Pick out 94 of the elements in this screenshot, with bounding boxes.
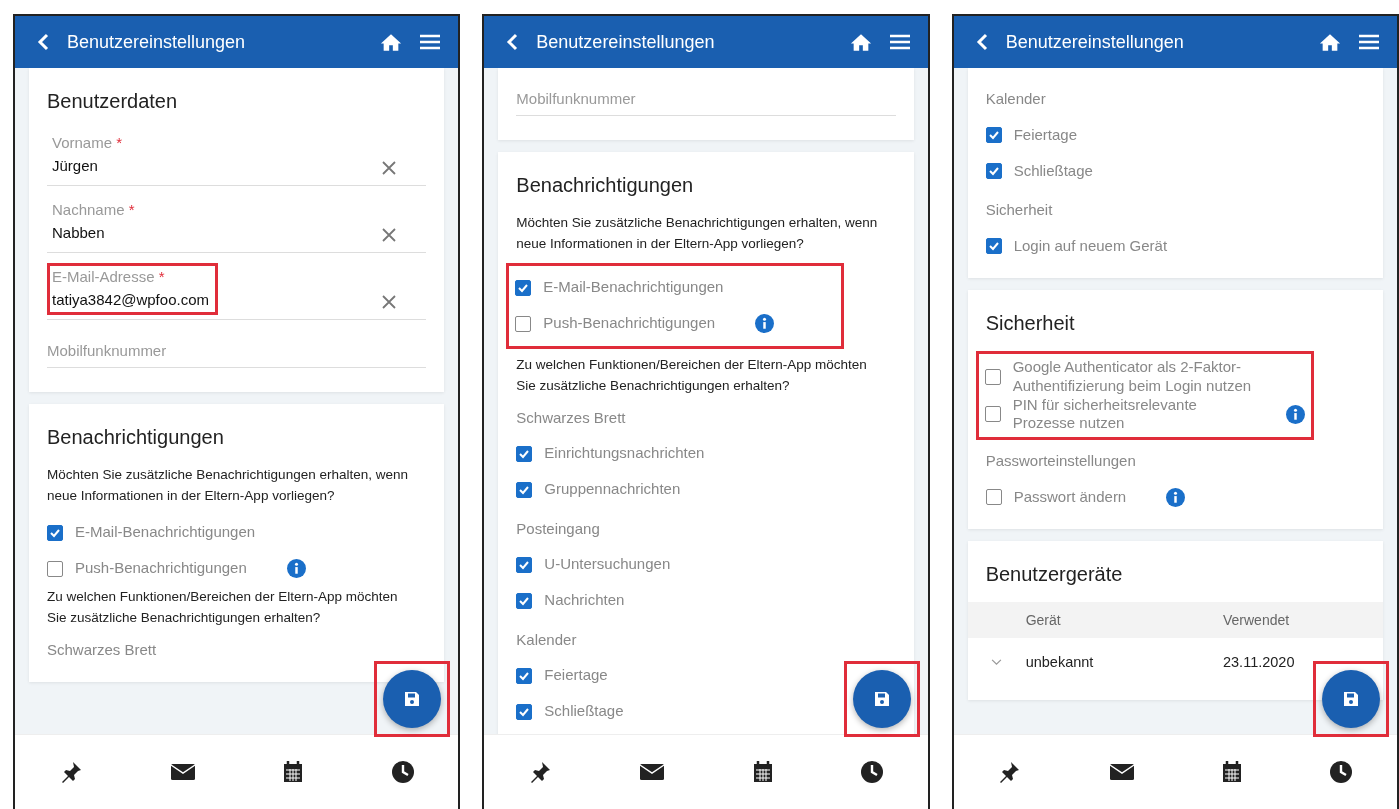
info-icon[interactable] bbox=[1166, 487, 1186, 507]
checkbox[interactable] bbox=[985, 238, 1002, 254]
checkbox[interactable] bbox=[985, 127, 1002, 143]
clear-icon[interactable] bbox=[382, 295, 397, 309]
field-value: tatiya3842@wpfoo.com bbox=[52, 291, 209, 308]
back-icon[interactable] bbox=[506, 33, 519, 51]
clock-icon[interactable] bbox=[390, 760, 415, 784]
checkbox[interactable] bbox=[984, 406, 1001, 423]
text-field[interactable]: Nachname * Nabben bbox=[47, 196, 427, 253]
checkbox-label: Einrichtungsnachrichten bbox=[544, 444, 705, 464]
group-label: Schwarzes Brett bbox=[516, 408, 627, 426]
checkbox-label: PIN für sicherheitsrelevante Prozesse nutzen bbox=[1012, 395, 1198, 433]
clear-icon[interactable] bbox=[382, 161, 397, 175]
clear-icon[interactable] bbox=[382, 228, 397, 242]
group-label: Kalender bbox=[516, 630, 578, 648]
checkbox-label: Passwort ändern bbox=[1013, 487, 1127, 507]
question-text: Möchten Sie zusätzliche Benachrichtigungen erhalten, wenn neue Informationen in der Eltern-App vorliegen? bbox=[47, 466, 409, 505]
calendar-icon[interactable] bbox=[1221, 761, 1242, 783]
question-text: Möchten Sie zusätzliche Benachrichtigungen erhalten, wenn neue Informationen in der Eltern-App vorliegen? bbox=[516, 214, 879, 253]
field-value: Jürgen bbox=[52, 157, 99, 174]
checkbox[interactable] bbox=[516, 667, 533, 684]
checkbox-label: Nachrichten bbox=[544, 591, 625, 611]
required-mark: * bbox=[116, 134, 123, 151]
menu-icon[interactable] bbox=[889, 34, 910, 50]
screen-title: Benutzereinstellungen bbox=[67, 31, 247, 53]
field-label: Vorname bbox=[52, 134, 113, 151]
back-icon[interactable] bbox=[37, 33, 49, 51]
checkbox[interactable] bbox=[984, 368, 1001, 385]
section-title: Benutzergeräte bbox=[985, 563, 1124, 586]
table-cell-text: 23.11.2020 bbox=[1223, 654, 1296, 670]
clock-icon[interactable] bbox=[859, 760, 884, 784]
info-icon[interactable] bbox=[286, 559, 306, 579]
checkbox-label: Gruppennachrichten bbox=[544, 480, 681, 500]
checkbox[interactable] bbox=[516, 556, 533, 573]
table-cell-text: unbekannt bbox=[1025, 654, 1095, 670]
group-label: Posteingang bbox=[516, 519, 601, 537]
checkbox-label: Feiertage bbox=[544, 666, 608, 686]
clock-icon[interactable] bbox=[1329, 760, 1354, 784]
screen-title: Benutzereinstellungen bbox=[1005, 31, 1185, 53]
question-text: Zu welchen Funktionen/Bereichen der Eltern-App möchten Sie zusätzliche Benachrichtigungen erhalten? bbox=[516, 355, 868, 395]
info-icon[interactable] bbox=[755, 314, 775, 334]
checkbox-label: Schließtage bbox=[544, 702, 624, 722]
checkbox[interactable] bbox=[516, 592, 533, 609]
checkbox-label: Google Authenticator als 2-Faktor-Authentifizierung beim Login nutzen bbox=[1012, 358, 1253, 396]
checkbox[interactable] bbox=[985, 489, 1002, 505]
field-value: Nabben bbox=[52, 224, 106, 241]
checkbox-label: E-Mail-Benachrichtigungen bbox=[543, 278, 724, 298]
mail-icon[interactable] bbox=[639, 762, 666, 782]
menu-icon[interactable] bbox=[1359, 34, 1379, 50]
field-label: E-Mail-Adresse bbox=[52, 268, 155, 285]
checkbox-label: U-Untersuchungen bbox=[544, 555, 671, 575]
home-icon[interactable] bbox=[849, 32, 872, 52]
checkbox-label: Feiertage bbox=[1013, 125, 1078, 145]
checkbox[interactable] bbox=[516, 703, 533, 720]
required-mark: * bbox=[158, 268, 165, 285]
column-header: Verwendet bbox=[1223, 612, 1291, 628]
checkbox[interactable] bbox=[515, 279, 532, 296]
group-label: Kalender bbox=[985, 90, 1047, 107]
text-field[interactable]: Vorname * Jürgen bbox=[47, 129, 427, 186]
checkbox-label: Push-Benachrichtigungen bbox=[543, 314, 716, 334]
calendar-icon[interactable] bbox=[752, 761, 773, 783]
mail-icon[interactable] bbox=[1108, 762, 1135, 782]
group-label: Sicherheit bbox=[985, 201, 1054, 218]
question-text: Zu welchen Funktionen/Bereichen der Eltern-App möchten Sie zusätzliche Benachrichtigungen erhalten? bbox=[47, 587, 399, 627]
checkbox-label: Schließtage bbox=[1013, 161, 1093, 181]
chevron-icon[interactable] bbox=[991, 658, 1003, 666]
save-button[interactable] bbox=[383, 670, 442, 728]
screen-title: Benutzereinstellungen bbox=[536, 31, 716, 53]
group-label: Schwarzes Brett bbox=[47, 640, 158, 658]
info-icon[interactable] bbox=[1285, 404, 1305, 424]
mail-icon[interactable] bbox=[170, 762, 196, 782]
back-icon[interactable] bbox=[975, 33, 988, 51]
section-title: Benachrichtigungen bbox=[47, 426, 225, 449]
checkbox[interactable] bbox=[47, 524, 63, 541]
text-field[interactable]: E-Mail-Adresse * tatiya3842@wpfoo.com bbox=[47, 263, 427, 320]
required-mark: * bbox=[128, 201, 135, 218]
checkbox[interactable] bbox=[985, 163, 1002, 179]
home-icon[interactable] bbox=[1319, 32, 1341, 52]
checkbox-label: Push-Benachrichtigungen bbox=[75, 559, 247, 579]
field-label: Nachname bbox=[52, 201, 125, 218]
column-header: Gerät bbox=[1025, 612, 1062, 628]
checkbox-label: E-Mail-Benachrichtigungen bbox=[75, 523, 256, 543]
menu-icon[interactable] bbox=[420, 34, 441, 50]
calendar-icon[interactable] bbox=[283, 761, 304, 783]
group-label: Passworteinstellungen bbox=[985, 452, 1137, 469]
section-title: Benachrichtigungen bbox=[516, 174, 695, 197]
checkbox[interactable] bbox=[47, 560, 63, 577]
home-icon[interactable] bbox=[380, 32, 403, 52]
section-title: Benutzerdaten bbox=[47, 90, 179, 113]
section-title: Sicherheit bbox=[985, 312, 1076, 335]
checkbox[interactable] bbox=[516, 481, 533, 498]
checkbox[interactable] bbox=[516, 445, 533, 462]
checkbox[interactable] bbox=[515, 315, 532, 332]
checkbox-label: Login auf neuem Gerät bbox=[1013, 236, 1168, 256]
